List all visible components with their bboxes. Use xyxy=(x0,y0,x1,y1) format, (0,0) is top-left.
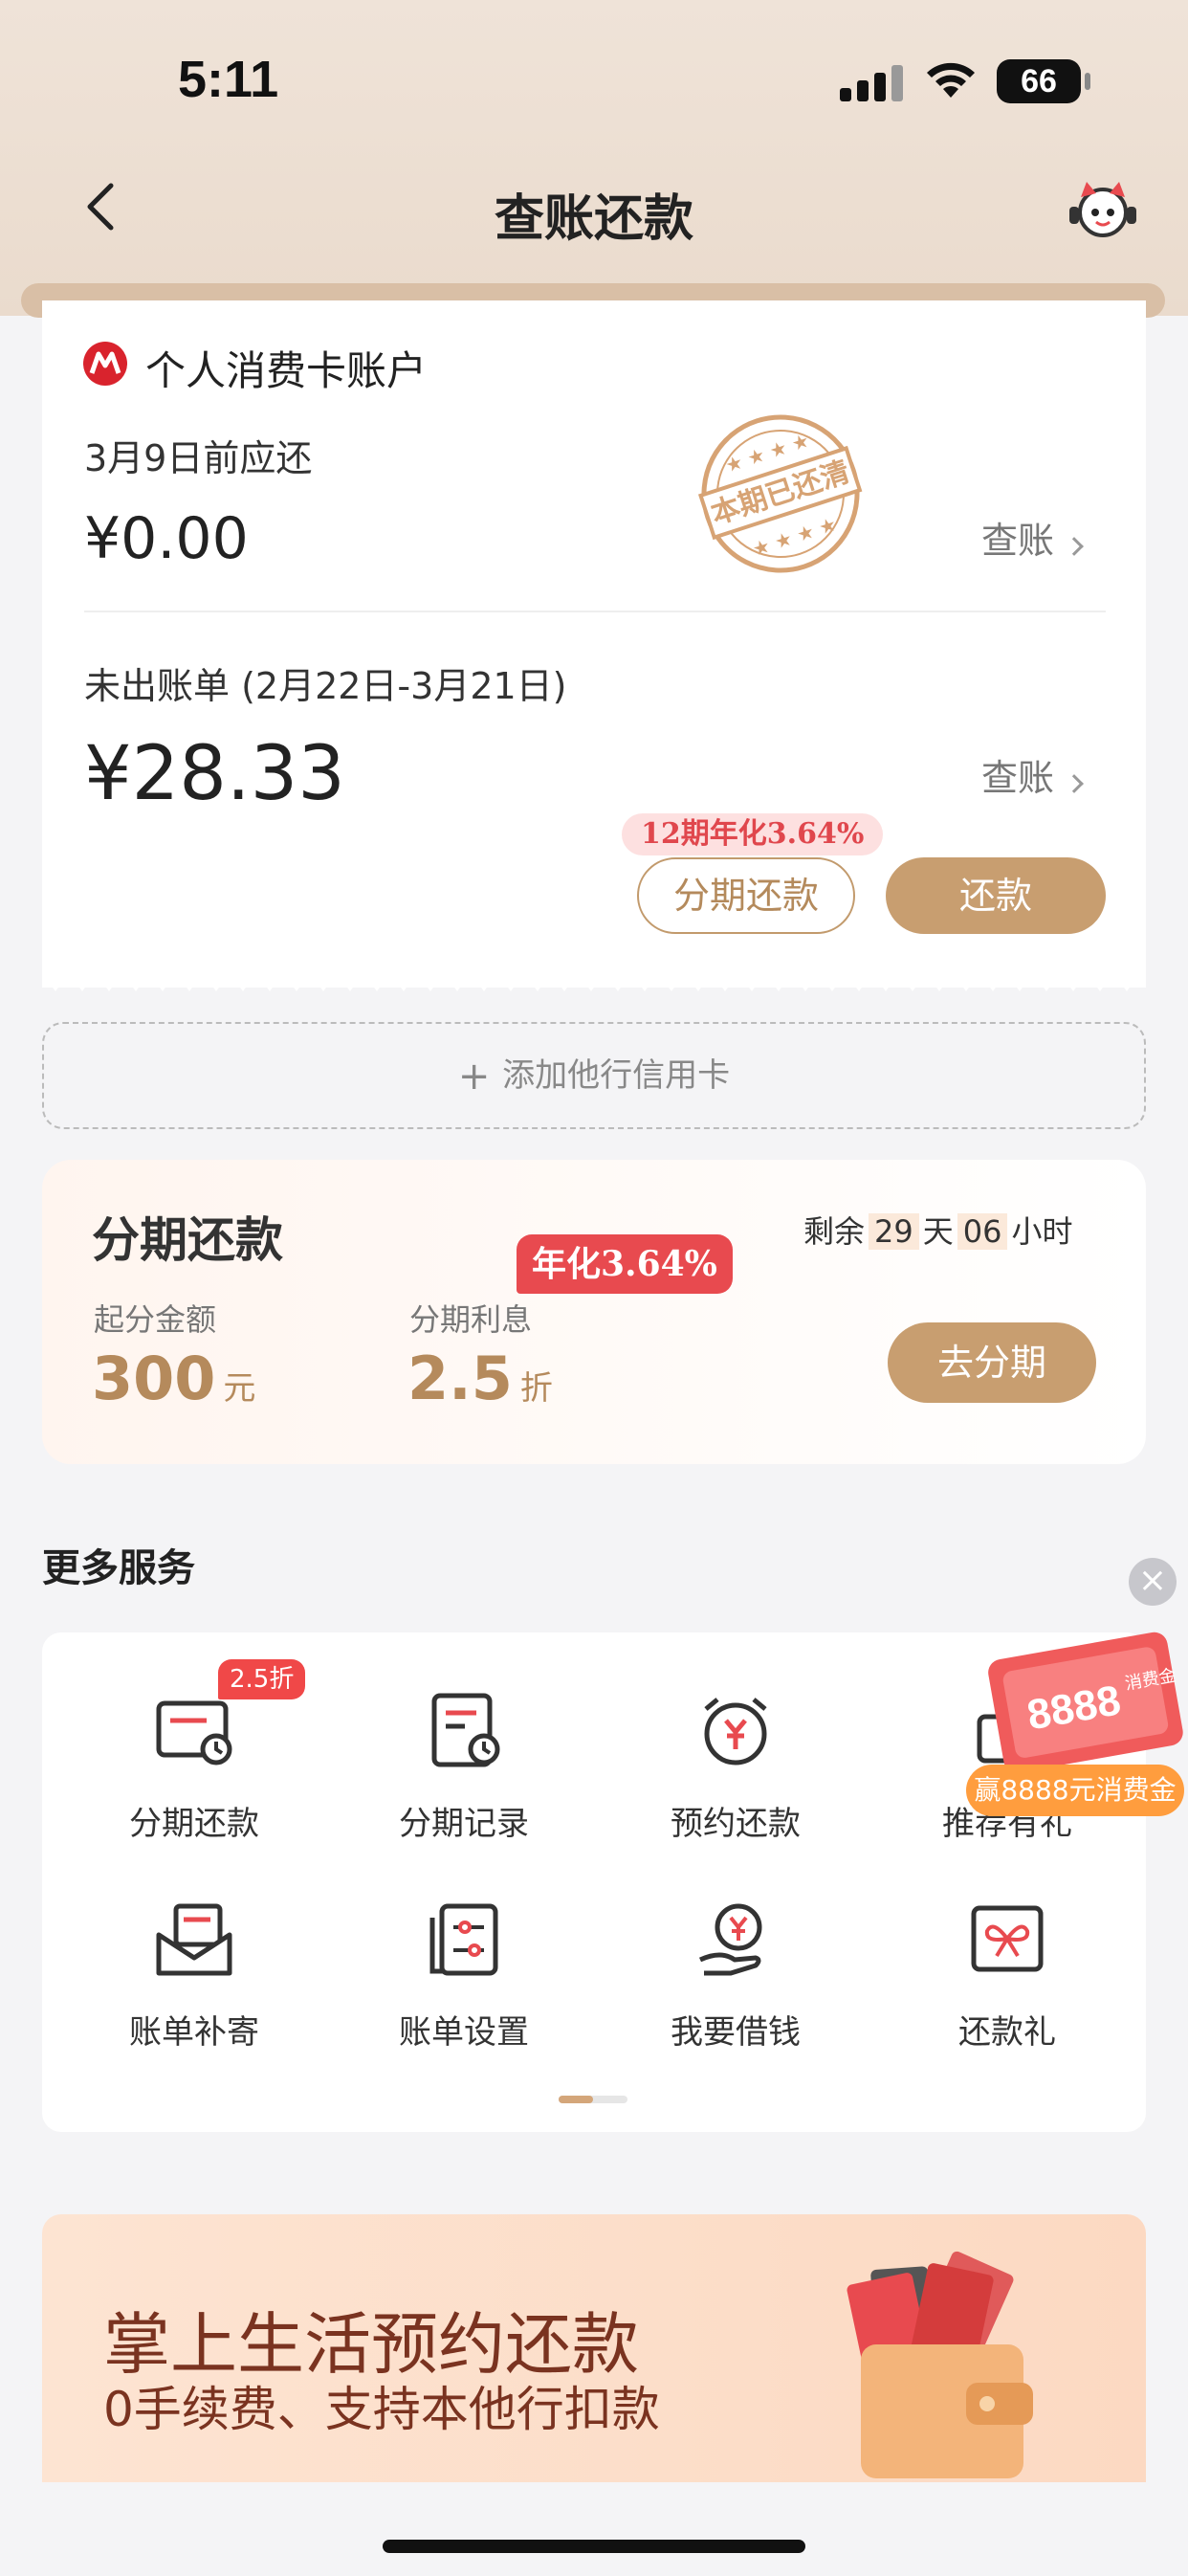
wifi-icon xyxy=(927,62,975,98)
settings-doc-icon xyxy=(429,1903,498,1976)
service-label: 账单设置 xyxy=(399,2013,529,2052)
view-bill-link[interactable]: 查账 xyxy=(981,511,1084,564)
service-label: 我要借钱 xyxy=(671,2013,801,2052)
mail-icon xyxy=(156,1903,232,1976)
chevron-right-icon xyxy=(1065,536,1084,556)
min-amount: 300 元 xyxy=(92,1344,255,1413)
min-amount-unit: 元 xyxy=(223,1369,256,1408)
go-installment-button[interactable]: 去分期 xyxy=(888,1322,1096,1403)
service-item-reissue-bill[interactable]: 账单补寄 xyxy=(75,1897,314,2053)
installment-repay-button[interactable]: 分期还款 xyxy=(637,857,855,934)
service-label: 预约还款 xyxy=(671,1805,801,1843)
paid-stamp: 本期已还清 ★ ★ ★ ★ ★ ★ ★ ★ xyxy=(697,414,863,573)
installment-title: 分期还款 xyxy=(92,1211,283,1268)
bottom-area xyxy=(0,2482,1188,2576)
divider xyxy=(84,611,1106,612)
close-float-icon[interactable]: × xyxy=(1129,1558,1177,1606)
signal-icon xyxy=(840,63,903,101)
view-bill-label: 查账 xyxy=(981,520,1055,562)
header-background xyxy=(0,0,1188,316)
account-name: 个人消费卡账户 xyxy=(145,347,428,394)
add-card-label: 添加他行信用卡 xyxy=(502,1056,731,1095)
mascot-service-icon[interactable] xyxy=(1067,178,1138,241)
countdown-days-unit: 天 xyxy=(922,1213,954,1250)
unbilled-amount: ¥28.33 xyxy=(84,731,345,817)
record-icon xyxy=(431,1693,500,1767)
installment-rate-tag: 12期年化3.64% xyxy=(622,813,884,855)
installment-icon xyxy=(156,1700,232,1765)
service-item-repay-gift[interactable]: 还款礼 xyxy=(888,1897,1127,2053)
repay-button[interactable]: 还款 xyxy=(886,857,1106,934)
chevron-right-icon xyxy=(1065,773,1084,793)
service-item-installment[interactable]: 分期还款 xyxy=(75,1688,314,1844)
service-item-bill-settings[interactable]: 账单设置 xyxy=(344,1897,583,2053)
service-item-scheduled-repay[interactable]: 预约还款 xyxy=(616,1688,855,1844)
service-label: 账单补寄 xyxy=(129,2013,259,2052)
service-item-borrow[interactable]: 我要借钱 xyxy=(616,1897,855,2053)
borrow-icon xyxy=(698,1903,762,1976)
interest: 2.5 折 xyxy=(407,1344,553,1413)
interest-label: 分期利息 xyxy=(409,1301,533,1338)
page-indicator xyxy=(559,2096,627,2103)
service-item-record[interactable]: 分期记录 xyxy=(344,1688,583,1844)
current-bill-amount: ¥0.00 xyxy=(84,505,249,572)
battery-indicator: 66 xyxy=(997,59,1090,103)
countdown-hours-unit: 小时 xyxy=(1011,1213,1073,1250)
plus-icon: + xyxy=(457,1055,503,1099)
page-indicator-active xyxy=(559,2096,593,2103)
home-indicator[interactable] xyxy=(383,2540,805,2553)
page-title: 查账还款 xyxy=(494,190,693,248)
wallet-illustration xyxy=(847,2251,1033,2478)
countdown-hours: 06 xyxy=(957,1213,1008,1250)
repay-gift-icon xyxy=(971,1905,1044,1972)
more-services-title: 更多服务 xyxy=(42,1546,195,1590)
view-unbilled-label: 查账 xyxy=(981,757,1055,799)
interest-unit: 折 xyxy=(519,1369,553,1408)
min-amount-label: 起分金额 xyxy=(94,1301,217,1338)
banner-subline: 0手续费、支持本他行扣款 xyxy=(103,2382,660,2437)
view-unbilled-link[interactable]: 查账 xyxy=(981,748,1084,801)
receipt-edge xyxy=(42,972,1146,991)
unbilled-label: 未出账单 (2月22日-3月21日) xyxy=(84,665,567,707)
bank-logo-icon xyxy=(83,342,127,386)
annual-rate-tag: 年化3.64% xyxy=(517,1234,733,1294)
min-amount-value: 300 xyxy=(92,1344,216,1413)
floating-promo-label[interactable]: 赢8888元消费金 xyxy=(966,1765,1184,1816)
countdown: 剩余 29 天 06 小时 xyxy=(803,1208,1072,1252)
service-label: 分期记录 xyxy=(399,1805,529,1843)
due-date-label: 3月9日前应还 xyxy=(84,437,313,479)
countdown-prefix: 剩余 xyxy=(803,1213,866,1250)
interest-value: 2.5 xyxy=(407,1344,513,1413)
service-label: 分期还款 xyxy=(129,1805,259,1843)
alarm-yen-icon xyxy=(704,1698,767,1765)
discount-badge: 2.5折 xyxy=(218,1659,306,1699)
service-label: 还款礼 xyxy=(958,2013,1056,2052)
add-other-bank-card-button[interactable]: + 添加他行信用卡 xyxy=(42,1022,1146,1129)
status-time: 5:11 xyxy=(178,51,279,108)
countdown-days: 29 xyxy=(869,1213,919,1250)
